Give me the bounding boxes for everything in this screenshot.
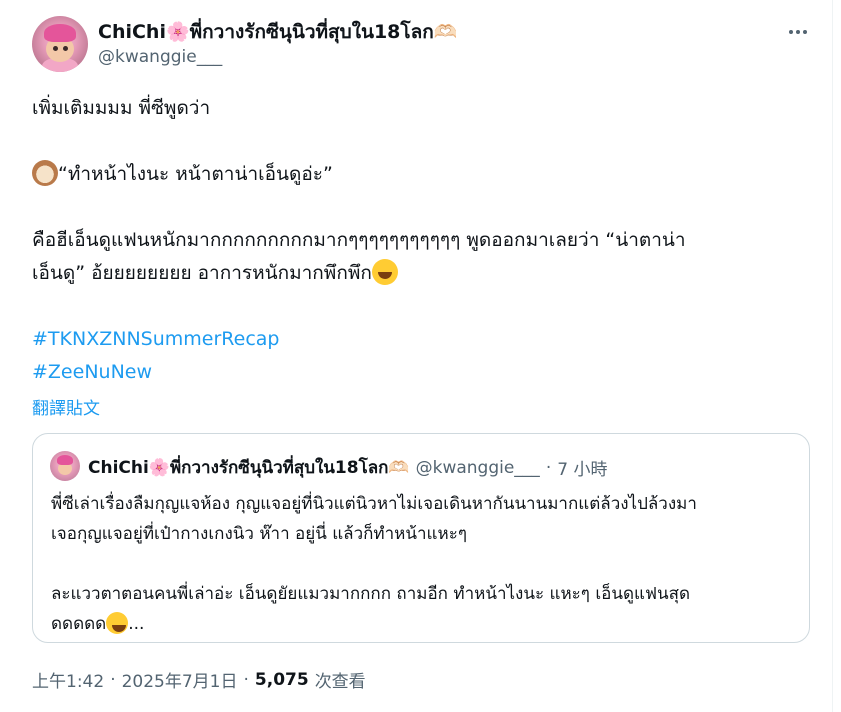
quoted-tweet-header: ChiChi🌸พี่กวางรักซีนุนิวที่สุบใน18โลก🫶🏻 … (88, 454, 607, 481)
avatar-hat-shape (57, 455, 73, 465)
separator-dot: · (110, 669, 116, 690)
quoted-line-text: ดดดดด (51, 614, 107, 634)
avatar-eye-shape (53, 46, 58, 51)
quoted-line: เจอกุญแจอยู่ที่เป๋ากางเกงนิว ห๊าา อยู่นี… (51, 524, 467, 544)
tweet-line: เอ็นดู” อ้ยยยยยยยย อาการหนักมากพึกพึก (32, 257, 812, 290)
tweet-date-link[interactable]: 2025年7月1日 (122, 667, 238, 692)
quoted-line: พี่ซีเล่าเรื่องลืมกุญแจห้อง กุญแจอยู่ที่… (51, 494, 697, 514)
author-avatar[interactable] (32, 16, 88, 72)
quoted-author-avatar (50, 451, 80, 481)
author-handle[interactable]: @kwanggie___ (98, 47, 222, 67)
author-name-link[interactable]: ChiChi🌸พี่กวางรักซีนุนิวที่สุบใน18โลก🫶🏻 (98, 17, 457, 47)
tweet-line-text: เอ็นดู” อ้ยยยยยยยย อาการหนักมากพึกพึก (32, 262, 372, 284)
tweet-quote-text: “ทำหน้าไงนะ หน้าตาน่าเอ็นดูอ่ะ” (58, 163, 333, 185)
separator-dot: · (545, 457, 552, 478)
quoted-line: ละแววตาตอนคนพี่เล่าอ่ะ เอ็นดูยัยแมวมากกก… (51, 584, 691, 604)
views-label: 次查看 (314, 672, 366, 692)
author-display-name: ChiChi🌸พี่กวางรักซีนุนิวที่สุบใน18โลก🫶🏻 (98, 21, 458, 43)
avatar-hat-shape (44, 24, 76, 42)
translate-post-link[interactable]: 翻譯貼文 (32, 394, 100, 419)
tweet-detail: ChiChi🌸พี่กวางรักซีนุนิวที่สุบใน18โลก🫶🏻 … (0, 0, 833, 712)
quoted-tweet-body: พี่ซีเล่าเรื่องลืมกุญแจห้อง กุญแจอยู่ที่… (51, 489, 796, 639)
avatar-eye-shape (63, 46, 68, 51)
quoted-author-name: ChiChi🌸พี่กวางรักซีนุนิวที่สุบใน18โลก🫶🏻 (88, 458, 410, 478)
quoted-line: ดดดดด... (51, 609, 796, 639)
tweet-time-link[interactable]: 上午1:42 (32, 667, 104, 692)
more-horizontal-icon[interactable] (784, 18, 812, 46)
dog-face-icon (32, 160, 58, 186)
quoted-author-handle: @kwanggie___ (415, 457, 540, 478)
tweet-meta: 上午1:42 · 2025年7月1日 · 5,075 次查看 (32, 667, 366, 693)
quoted-tweet-time: 7 小時 (557, 460, 608, 480)
tweet-body: เพิ่มเติมมมม พี่ซีพูดว่า “ทำหน้าไงนะ หน้… (32, 92, 812, 389)
views-count: 5,075 (254, 669, 309, 690)
grinning-squinting-face-icon (106, 612, 129, 634)
tweet-line: “ทำหน้าไงนะ หน้าตาน่าเอ็นดูอ่ะ” (32, 158, 812, 191)
tweet-line: เพิ่มเติมมมม พี่ซีพูดว่า (32, 97, 211, 119)
hashtag-link[interactable]: #ZeeNuNew (32, 356, 812, 389)
grinning-squinting-face-icon (371, 259, 398, 285)
hashtag-link[interactable]: #TKNXZNNSummerRecap (32, 323, 812, 356)
quoted-tweet[interactable]: ChiChi🌸พี่กวางรักซีนุนิวที่สุบใน18โลก🫶🏻 … (32, 433, 810, 643)
quoted-ellipsis: ... (128, 614, 145, 634)
tweet-line: คือฮีเอ็นดูแฟนหนักมากกกกกกกกกมากๆๆๆๆๆๆๆๆ… (32, 229, 686, 251)
separator-dot: · (243, 669, 249, 690)
